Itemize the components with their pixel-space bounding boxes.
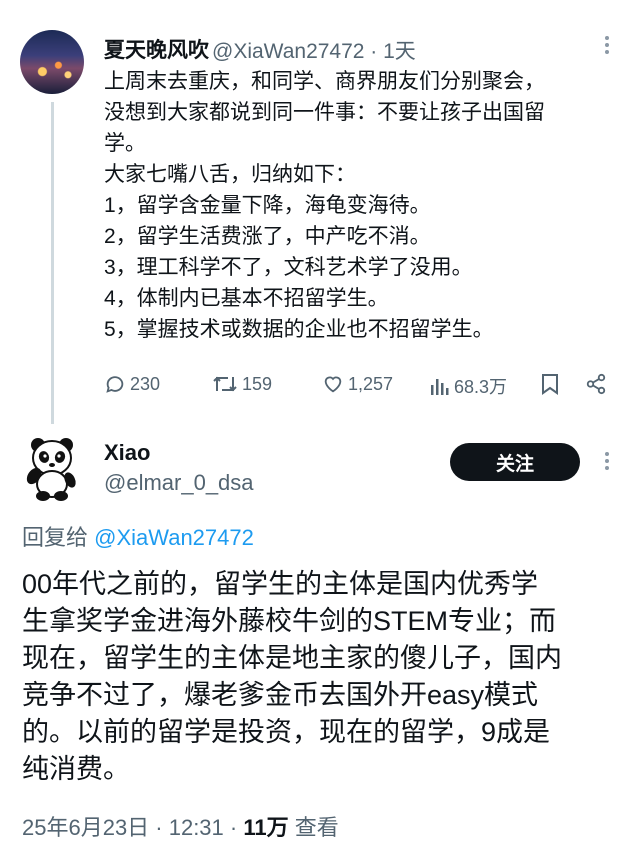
like-count: 1,257: [348, 373, 394, 394]
author-handle[interactable]: @XiaWan27472 · 1天: [212, 35, 416, 65]
more-icon[interactable]: [603, 36, 611, 57]
views-icon: [430, 376, 450, 396]
like-icon: [322, 373, 344, 395]
post-meta: 25年6月23日 · 12:31 · 11万 查看: [22, 810, 339, 842]
reply-author-name[interactable]: Xiao: [104, 440, 150, 466]
author-avatar[interactable]: [20, 30, 84, 94]
panda-avatar[interactable]: [26, 436, 78, 502]
share-button[interactable]: [585, 373, 607, 395]
reply-count: 230: [130, 373, 161, 394]
author-name[interactable]: 夏天晚风吹: [104, 34, 209, 64]
bookmark-icon: [541, 373, 559, 395]
thread-line: [51, 102, 54, 424]
retweet-button[interactable]: 159: [212, 373, 272, 395]
more-icon[interactable]: [603, 452, 611, 473]
reply-to-label: 回复给: [22, 525, 95, 550]
post-date: 25年6月23日 · 12:31 ·: [22, 815, 244, 840]
views-button[interactable]: 68.3万: [430, 373, 507, 399]
reply-mention-link[interactable]: @XiaWan27472: [94, 525, 254, 550]
retweet-icon: [212, 373, 238, 395]
reply-button[interactable]: 230: [104, 373, 160, 395]
share-icon: [585, 373, 607, 395]
reply-icon: [104, 373, 126, 395]
follow-button[interactable]: 关注: [450, 443, 580, 481]
retweet-count: 159: [242, 373, 273, 394]
reply-text: 00年代之前的，留学生的主体是国内优秀学 生拿奖学金进海外藤校牛剑的STEM专业…: [22, 569, 562, 784]
reply-author-handle[interactable]: @elmar_0_dsa: [104, 470, 254, 496]
post-view-label: 查看: [288, 815, 339, 840]
like-button[interactable]: 1,257: [322, 373, 393, 395]
bookmark-button[interactable]: [541, 373, 559, 395]
reply-to-line: 回复给 @XiaWan27472: [22, 520, 254, 552]
tweet-text: 上周末去重庆，和同学、商界朋友们分别聚会， 没想到大家都说到同一件事：不要让孩子…: [104, 70, 545, 341]
post-view-count[interactable]: 11万: [243, 815, 288, 840]
views-count: 68.3万: [454, 377, 508, 397]
